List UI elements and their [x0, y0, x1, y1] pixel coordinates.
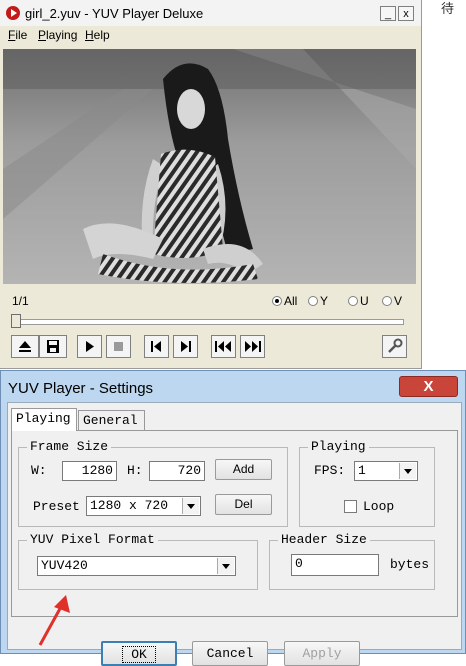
step-back-icon	[151, 341, 161, 352]
player-title: girl_2.yuv - YUV Player Deluxe	[25, 6, 204, 21]
channel-selector: All Y U V	[272, 294, 412, 310]
add-size-button[interactable]: Add	[215, 459, 272, 480]
skip-end-button[interactable]	[240, 335, 265, 358]
eject-icon	[19, 341, 31, 352]
chevron-down-icon	[182, 498, 199, 514]
radio-all-indicator	[272, 296, 282, 306]
seek-slider[interactable]	[11, 314, 404, 328]
save-icon	[47, 340, 59, 353]
app-play-icon	[6, 6, 20, 20]
step-back-button[interactable]	[144, 335, 169, 358]
playing-label: Playing	[308, 439, 369, 454]
stop-button[interactable]	[106, 335, 131, 358]
skip-start-icon	[215, 341, 231, 352]
frame-size-group: Frame Size W: 1280 H: 720 Add Preset 128…	[18, 439, 288, 527]
pixel-format-value: YUV420	[41, 558, 88, 573]
width-label: W:	[31, 463, 47, 478]
pixel-format-dropdown[interactable]: YUV420	[37, 556, 236, 576]
menu-playing[interactable]: Playing	[38, 28, 77, 42]
eject-button[interactable]	[11, 335, 39, 358]
menu-help[interactable]: Help	[85, 28, 110, 42]
chevron-down-icon	[217, 558, 234, 574]
loop-label: Loop	[363, 499, 395, 514]
settings-button[interactable]	[382, 335, 407, 358]
height-label: H:	[127, 463, 143, 478]
frame-counter: 1/1	[12, 294, 29, 308]
preset-value: 1280 x 720	[90, 498, 169, 513]
play-button[interactable]	[77, 335, 102, 358]
header-size-group: Header Size 0 bytes	[269, 532, 435, 590]
tab-playing[interactable]: Playing	[11, 408, 77, 431]
player-window: girl_2.yuv - YUV Player Deluxe _ x File …	[0, 0, 422, 369]
radio-u[interactable]: U	[348, 294, 369, 308]
preset-label: Preset	[33, 499, 80, 514]
settings-close-button[interactable]: X	[399, 376, 458, 397]
minimize-button[interactable]: _	[380, 6, 396, 21]
loop-checkbox[interactable]	[344, 500, 357, 513]
save-button[interactable]	[39, 335, 67, 358]
playing-tab-panel: Frame Size W: 1280 H: 720 Add Preset 128…	[11, 430, 458, 617]
radio-y[interactable]: Y	[308, 294, 328, 308]
preset-dropdown[interactable]: 1280 x 720	[86, 496, 201, 516]
pixel-format-label: YUV Pixel Format	[27, 532, 158, 547]
playing-group: Playing FPS: 1 Loop	[299, 439, 435, 527]
fps-value: 1	[358, 463, 366, 478]
settings-dialog: YUV Player - Settings X Playing General …	[0, 370, 466, 666]
delete-size-button[interactable]: Del	[215, 494, 272, 515]
chevron-down-icon	[399, 463, 416, 479]
close-button[interactable]: x	[398, 6, 414, 21]
menu-bar: File Playing Help	[0, 26, 421, 70]
settings-title: YUV Player - Settings	[8, 380, 154, 397]
settings-body: Playing General Frame Size W: 1280 H: 72…	[7, 402, 462, 666]
step-forward-icon	[181, 341, 191, 352]
frame-size-label: Frame Size	[27, 439, 112, 454]
skip-start-button[interactable]	[211, 335, 236, 358]
height-field[interactable]: 720	[149, 461, 205, 481]
radio-all[interactable]: All	[272, 294, 297, 308]
skip-end-icon	[245, 341, 261, 352]
bytes-unit-label: bytes	[390, 557, 430, 572]
radio-u-indicator	[348, 296, 358, 306]
radio-v[interactable]: V	[382, 294, 402, 308]
stop-icon	[114, 342, 123, 351]
annotation-arrow-icon	[38, 595, 70, 646]
fps-dropdown[interactable]: 1	[354, 461, 418, 481]
tab-general[interactable]: General	[78, 410, 145, 430]
video-frame	[3, 49, 416, 284]
video-frame-image	[3, 49, 416, 284]
header-size-label: Header Size	[278, 532, 370, 547]
fps-label: FPS:	[314, 463, 346, 478]
play-icon	[86, 341, 94, 352]
radio-v-indicator	[382, 296, 392, 306]
header-size-field[interactable]: 0	[291, 554, 379, 576]
step-forward-button[interactable]	[173, 335, 198, 358]
settings-wrench-icon	[388, 338, 403, 353]
radio-y-indicator	[308, 296, 318, 306]
seek-thumb[interactable]	[11, 314, 21, 328]
width-field[interactable]: 1280	[62, 461, 117, 481]
menu-file[interactable]: File	[8, 28, 27, 42]
player-titlebar[interactable]: girl_2.yuv - YUV Player Deluxe _ x	[0, 0, 421, 26]
background-text: 待	[441, 1, 455, 16]
pixel-format-group: YUV Pixel Format YUV420	[18, 532, 258, 590]
seek-track	[11, 319, 404, 325]
